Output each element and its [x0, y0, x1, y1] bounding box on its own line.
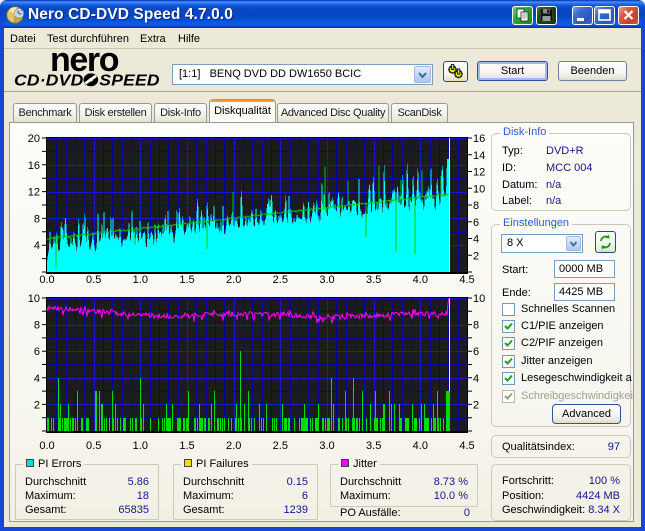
svg-text:2.5: 2.5 — [273, 440, 288, 452]
svg-text:3.5: 3.5 — [366, 274, 381, 286]
svg-text:3.0: 3.0 — [319, 440, 334, 452]
svg-text:0.5: 0.5 — [86, 440, 101, 452]
svg-text:10: 10 — [473, 183, 485, 195]
svg-text:2.5: 2.5 — [273, 274, 288, 286]
svg-text:8: 8 — [473, 320, 479, 332]
svg-text:8: 8 — [34, 320, 40, 332]
svg-text:4.0: 4.0 — [413, 440, 428, 452]
svg-text:10: 10 — [473, 293, 485, 305]
svg-text:3.0: 3.0 — [319, 274, 334, 286]
svg-text:2: 2 — [34, 399, 40, 411]
svg-text:4.5: 4.5 — [459, 274, 474, 286]
svg-text:12: 12 — [28, 187, 40, 199]
svg-text:2.0: 2.0 — [226, 274, 241, 286]
svg-text:20: 20 — [28, 133, 40, 145]
svg-text:1.5: 1.5 — [179, 274, 194, 286]
svg-text:14: 14 — [473, 150, 485, 162]
svg-text:10: 10 — [28, 293, 40, 305]
svg-text:1.0: 1.0 — [133, 274, 148, 286]
svg-text:1.5: 1.5 — [179, 440, 194, 452]
svg-text:2: 2 — [473, 399, 479, 411]
svg-text:16: 16 — [28, 160, 40, 172]
svg-text:4.0: 4.0 — [413, 274, 428, 286]
svg-text:8: 8 — [473, 200, 479, 212]
svg-text:2: 2 — [473, 250, 479, 262]
svg-text:4: 4 — [473, 373, 479, 385]
svg-text:2.0: 2.0 — [226, 440, 241, 452]
svg-text:3.5: 3.5 — [366, 440, 381, 452]
svg-text:4.5: 4.5 — [459, 440, 474, 452]
svg-text:0.5: 0.5 — [86, 274, 101, 286]
svg-text:4: 4 — [473, 234, 479, 246]
svg-text:4: 4 — [34, 240, 40, 252]
svg-text:8: 8 — [34, 213, 40, 225]
svg-text:6: 6 — [473, 346, 479, 358]
svg-text:16: 16 — [473, 133, 485, 145]
svg-text:1.0: 1.0 — [133, 440, 148, 452]
svg-text:0.0: 0.0 — [39, 274, 54, 286]
svg-text:6: 6 — [473, 217, 479, 229]
svg-text:0.0: 0.0 — [39, 440, 54, 452]
svg-text:12: 12 — [473, 167, 485, 179]
svg-text:6: 6 — [34, 346, 40, 358]
svg-text:4: 4 — [34, 373, 40, 385]
